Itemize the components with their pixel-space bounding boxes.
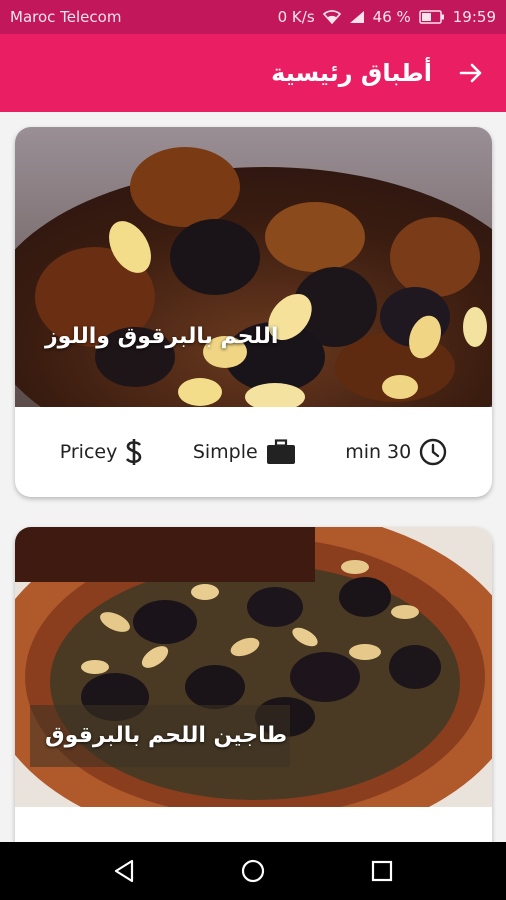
recipe-image: اللحم بالبرقوق واللوز: [15, 127, 492, 407]
app-bar: أطباق رئيسية: [0, 34, 506, 112]
recipe-meta: Pricey Simple min 30: [15, 407, 492, 497]
network-speed: 0 K/s: [277, 8, 315, 26]
nav-home-button[interactable]: [233, 851, 273, 891]
triangle-back-icon: [115, 859, 134, 883]
circle-home-icon: [241, 859, 265, 883]
signal-icon: [349, 10, 365, 24]
recipe-cost: Pricey: [60, 438, 144, 466]
recipe-duration: min 30: [345, 438, 447, 466]
square-recents-icon: [371, 860, 392, 882]
recipe-title: طاجين اللحم بالبرقوق: [45, 723, 288, 748]
back-button[interactable]: [456, 58, 486, 88]
duration-label: min 30: [345, 441, 412, 463]
difficulty-label: Simple: [192, 441, 258, 463]
recipe-image: طاجين اللحم بالبرقوق: [15, 527, 492, 807]
arrow-right-icon: [459, 63, 482, 83]
system-nav-bar: [0, 842, 506, 900]
page-title: أطباق رئيسية: [271, 59, 432, 87]
recipe-list[interactable]: اللحم بالبرقوق واللوز Pricey Simple min …: [0, 112, 506, 842]
recipe-title: اللحم بالبرقوق واللوز: [45, 324, 279, 349]
cost-label: Pricey: [59, 441, 118, 463]
carrier-label: Maroc Telecom: [10, 8, 122, 26]
nav-back-button[interactable]: [104, 851, 144, 891]
status-bar: Maroc Telecom 0 K/s 46 % 19:59: [0, 0, 506, 34]
nav-recents-button[interactable]: [362, 851, 402, 891]
wifi-icon: [322, 10, 341, 24]
recipe-difficulty: Simple: [193, 439, 296, 465]
clock-time: 19:59: [452, 8, 496, 26]
battery-percent: 46 %: [372, 8, 411, 26]
recipe-card[interactable]: اللحم بالبرقوق واللوز Pricey Simple min …: [15, 127, 492, 497]
recipe-card[interactable]: طاجين اللحم بالبرقوق: [15, 527, 492, 842]
dollar-icon: [126, 439, 142, 465]
briefcase-icon: [266, 439, 295, 464]
clock-icon: [420, 438, 447, 466]
status-icons: 0 K/s 46 % 19:59: [278, 8, 496, 26]
battery-icon: [419, 10, 445, 24]
